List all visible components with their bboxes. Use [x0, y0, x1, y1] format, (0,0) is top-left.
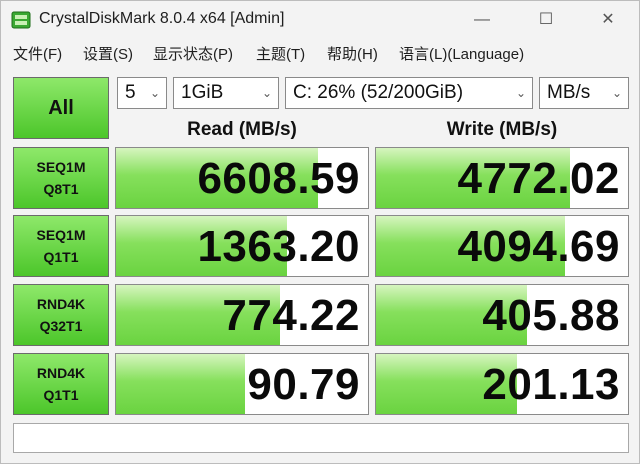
- test-button-seq1m-q1t1[interactable]: SEQ1M Q1T1: [13, 215, 109, 277]
- drive-value: C: 26% (52/200GiB): [293, 82, 464, 103]
- close-button[interactable]: ✕: [585, 5, 631, 35]
- menu-file[interactable]: 文件(F): [13, 43, 62, 64]
- test-queue: Q1T1: [43, 387, 79, 403]
- write-result-seq1m-q8t1: 4772.02: [375, 147, 629, 209]
- write-result-rnd4k-q1t1: 201.13: [375, 353, 629, 415]
- app-window: CrystalDiskMark 8.0.4 x64 [Admin] — ☐ ✕ …: [0, 0, 640, 464]
- write-value: 4094.69: [457, 222, 620, 271]
- status-bar: [13, 423, 629, 453]
- chevron-down-icon: ⌄: [515, 86, 526, 100]
- menu-language[interactable]: 语言(L)(Language): [399, 43, 524, 64]
- read-value: 6608.59: [197, 154, 360, 203]
- write-value: 405.88: [482, 291, 620, 340]
- write-result-seq1m-q1t1: 4094.69: [375, 215, 629, 277]
- count-select[interactable]: 5 ⌄: [117, 77, 167, 109]
- write-value: 201.13: [482, 360, 620, 409]
- unit-value: MB/s: [547, 82, 591, 103]
- read-result-seq1m-q1t1: 1363.20: [115, 215, 369, 277]
- test-queue: Q32T1: [39, 318, 83, 334]
- minimize-button[interactable]: —: [459, 5, 505, 35]
- read-result-rnd4k-q1t1: 90.79: [115, 353, 369, 415]
- test-name: SEQ1M: [36, 227, 86, 243]
- chevron-down-icon: ⌄: [149, 86, 160, 100]
- test-button-seq1m-q8t1[interactable]: SEQ1M Q8T1: [13, 147, 109, 209]
- test-queue: Q8T1: [43, 181, 79, 197]
- test-queue: Q1T1: [43, 249, 79, 265]
- test-name: SEQ1M: [36, 159, 86, 175]
- maximize-button[interactable]: ☐: [523, 5, 569, 35]
- write-result-rnd4k-q32t1: 405.88: [375, 284, 629, 346]
- read-value: 774.22: [222, 291, 360, 340]
- count-value: 5: [125, 82, 136, 103]
- unit-select[interactable]: MB/s ⌄: [539, 77, 629, 109]
- drive-select[interactable]: C: 26% (52/200GiB) ⌄: [285, 77, 533, 109]
- test-button-rnd4k-q32t1[interactable]: RND4K Q32T1: [13, 284, 109, 346]
- test-name: RND4K: [36, 365, 86, 381]
- read-header: Read (MB/s): [187, 119, 297, 140]
- size-select[interactable]: 1GiB ⌄: [173, 77, 279, 109]
- menu-profile[interactable]: 显示状态(P): [153, 43, 233, 64]
- app-icon: [11, 11, 31, 29]
- read-value: 1363.20: [197, 222, 360, 271]
- menu-bar: 文件(F) 设置(S) 显示状态(P) 主题(T) 帮助(H) 语言(L)(La…: [1, 39, 639, 67]
- chevron-down-icon: ⌄: [611, 86, 622, 100]
- window-title: CrystalDiskMark 8.0.4 x64 [Admin]: [39, 10, 285, 27]
- size-value: 1GiB: [181, 82, 224, 103]
- menu-settings[interactable]: 设置(S): [83, 43, 133, 64]
- all-button[interactable]: All: [13, 77, 109, 139]
- write-header: Write (MB/s): [446, 119, 558, 140]
- read-value: 90.79: [247, 360, 360, 409]
- menu-theme[interactable]: 主题(T): [256, 43, 305, 64]
- write-value: 4772.02: [457, 154, 620, 203]
- title-bar: CrystalDiskMark 8.0.4 x64 [Admin] — ☐ ✕: [1, 1, 639, 39]
- read-result-rnd4k-q32t1: 774.22: [115, 284, 369, 346]
- test-name: RND4K: [36, 296, 86, 312]
- test-button-rnd4k-q1t1[interactable]: RND4K Q1T1: [13, 353, 109, 415]
- read-bar: [116, 354, 245, 414]
- read-result-seq1m-q8t1: 6608.59: [115, 147, 369, 209]
- menu-help[interactable]: 帮助(H): [327, 43, 378, 64]
- chevron-down-icon: ⌄: [261, 86, 272, 100]
